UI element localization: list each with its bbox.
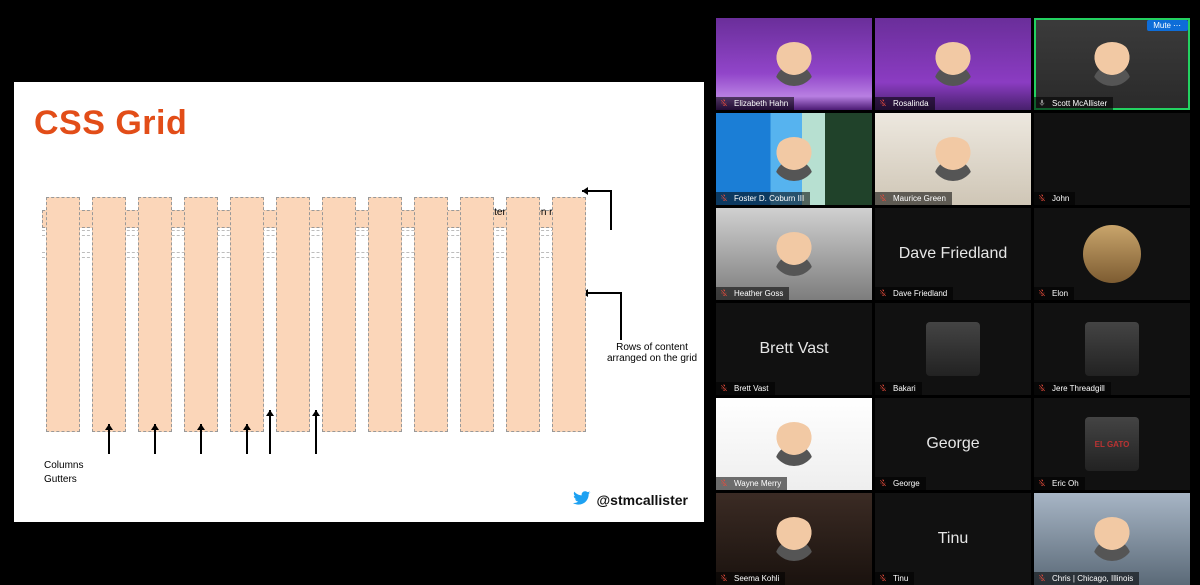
participant-video (772, 42, 816, 86)
mic-muted-icon (879, 479, 887, 487)
participant-tile[interactable]: Rosalinda (875, 18, 1031, 110)
arrow-icon (610, 190, 612, 230)
label-gutters: Gutters (44, 474, 77, 485)
participant-video (772, 232, 816, 276)
participant-video (1090, 517, 1134, 561)
participant-avatar (1083, 225, 1141, 283)
mic-muted-icon (1038, 194, 1046, 202)
css-grid-column (138, 197, 172, 432)
participant-name-chip: Foster D. Coburn III (716, 192, 810, 205)
css-grid-column (552, 197, 586, 432)
arrow-up-icon (154, 424, 156, 454)
mic-icon (1038, 99, 1046, 107)
participant-avatar (1085, 322, 1139, 376)
participant-name-chip: Chris | Chicago, Illinois (1034, 572, 1139, 585)
arrow-up-icon (315, 410, 317, 454)
mic-muted-icon (879, 289, 887, 297)
participant-tile[interactable]: Wayne Merry (716, 398, 872, 490)
css-grid-column (92, 197, 126, 432)
participant-avatar: EL GATO (1085, 417, 1139, 471)
participant-tile[interactable]: Dave FriedlandDave Friedland (875, 208, 1031, 300)
mic-muted-icon (1038, 384, 1046, 392)
mic-muted-icon (720, 384, 728, 392)
mic-muted-icon (879, 194, 887, 202)
participant-tile[interactable]: GeorgeGeorge (875, 398, 1031, 490)
label-rows-of-content: Rows of content arranged on the grid (602, 342, 702, 364)
participant-video (772, 422, 816, 466)
participant-tile[interactable]: EL GATOEric Oh (1034, 398, 1190, 490)
mic-muted-icon (879, 99, 887, 107)
mic-muted-icon (1038, 574, 1046, 582)
participant-tile[interactable]: Elon (1034, 208, 1190, 300)
css-grid-column (230, 197, 264, 432)
css-grid-column (46, 197, 80, 432)
presentation-slide: CSS Grid Gutter between rows Rows of con… (14, 82, 704, 522)
participant-video (1090, 42, 1134, 86)
participant-display-name: Tinu (934, 530, 973, 548)
participant-tile[interactable]: Seema Kohli (716, 493, 872, 585)
arrow-up-icon (200, 424, 202, 454)
mic-muted-icon (720, 194, 728, 202)
participant-tile[interactable]: Bakari (875, 303, 1031, 395)
participant-tile[interactable]: Chris | Chicago, Illinois (1034, 493, 1190, 585)
mic-muted-icon (1038, 479, 1046, 487)
participant-tile[interactable]: Heather Goss (716, 208, 872, 300)
participant-tile[interactable]: Maurice Green (875, 113, 1031, 205)
label-columns: Columns (44, 460, 83, 471)
mic-muted-icon (720, 99, 728, 107)
css-grid-diagram: Gutter between rows Rows of content arra… (42, 172, 602, 432)
participant-display-name: Dave Friedland (895, 245, 1012, 263)
participant-avatar (926, 322, 980, 376)
more-icon[interactable]: ⋯ (1173, 21, 1182, 30)
twitter-icon (573, 489, 591, 510)
participant-tile[interactable]: Elizabeth Hahn (716, 18, 872, 110)
participant-gallery: Elizabeth HahnRosalindaScott McAllisterM… (716, 18, 1192, 585)
arrow-icon (582, 292, 622, 294)
arrow-up-icon (246, 424, 248, 454)
participant-tile[interactable]: Brett VastBrett Vast (716, 303, 872, 395)
css-grid-column (368, 197, 402, 432)
css-grid-column (414, 197, 448, 432)
arrow-up-icon (108, 424, 110, 454)
arrow-icon (582, 190, 612, 192)
mute-button[interactable]: Mute⋯ (1147, 20, 1188, 31)
slide-title: CSS Grid (34, 104, 187, 143)
css-grid-column (276, 197, 310, 432)
participant-video (931, 42, 975, 86)
participant-tile[interactable]: TinuTinu (875, 493, 1031, 585)
participant-display-name: Brett Vast (755, 340, 832, 358)
avatar-caption: EL GATO (1095, 440, 1130, 449)
twitter-handle-text: @stmcallister (597, 492, 688, 508)
mic-muted-icon (1038, 289, 1046, 297)
css-grid-column (184, 197, 218, 432)
participant-tile[interactable]: Scott McAllisterMute⋯ (1034, 18, 1190, 110)
css-grid-column (460, 197, 494, 432)
mic-muted-icon (879, 384, 887, 392)
css-grid-column (322, 197, 356, 432)
participant-video (772, 517, 816, 561)
participant-video (772, 137, 816, 181)
arrow-icon (620, 292, 622, 340)
participant-tile[interactable]: John (1034, 113, 1190, 205)
mic-muted-icon (720, 479, 728, 487)
css-grid-column (506, 197, 540, 432)
mic-muted-icon (720, 574, 728, 582)
arrow-up-icon (269, 410, 271, 454)
participant-display-name: George (922, 435, 983, 453)
mic-muted-icon (879, 574, 887, 582)
participant-tile[interactable]: Foster D. Coburn III (716, 113, 872, 205)
participant-tile[interactable]: Jere Threadgill (1034, 303, 1190, 395)
participant-video (931, 137, 975, 181)
mute-button-label: Mute (1153, 21, 1171, 30)
twitter-handle: @stmcallister (573, 489, 688, 510)
mic-muted-icon (720, 289, 728, 297)
